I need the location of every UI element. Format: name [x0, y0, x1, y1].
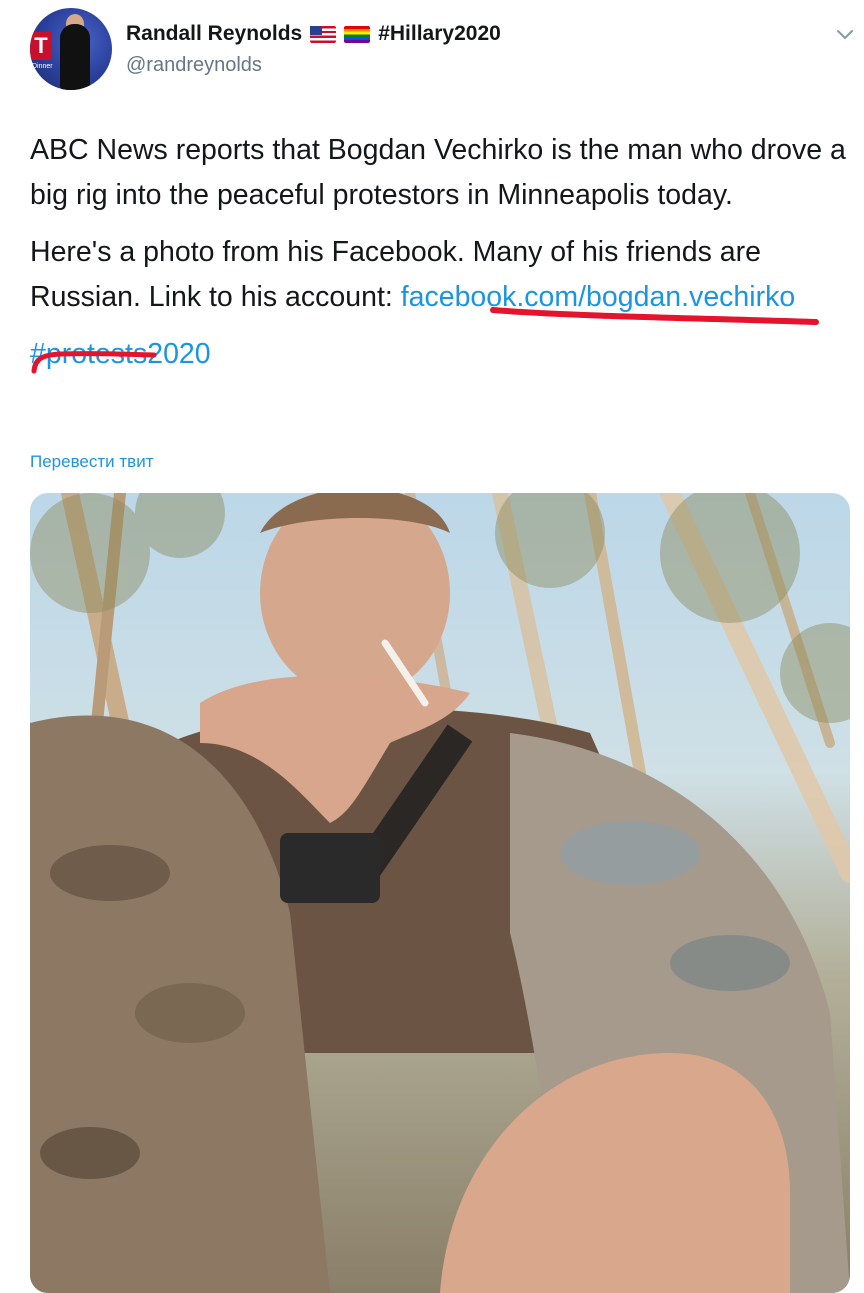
tweet-paragraph: ABC News reports that Bogdan Vechirko is…: [30, 134, 846, 211]
facebook-link[interactable]: facebook.com/bogdan.vechirko: [401, 281, 796, 313]
author-name[interactable]: Randall Reynolds: [126, 22, 302, 46]
author-handle[interactable]: @randreynolds: [126, 54, 262, 77]
photo-illustration: [30, 493, 850, 1293]
avatar[interactable]: T Dinner: [30, 8, 112, 90]
tweet-text: ABC News reports that Bogdan Vechirko is…: [30, 128, 850, 377]
tweet-paragraph: #protests2020: [30, 332, 850, 377]
avatar-badge: T: [30, 32, 52, 60]
tweet-header: T Dinner Randall Reynolds #Hillary2020 @…: [30, 8, 864, 98]
chevron-down-icon[interactable]: [836, 26, 854, 44]
author-name-line[interactable]: Randall Reynolds #Hillary2020: [126, 22, 501, 46]
translate-tweet-link[interactable]: Перевести твит: [30, 452, 153, 472]
hashtag-link[interactable]: #protests2020: [30, 338, 211, 370]
rainbow-flag-icon: [344, 25, 371, 43]
author-name-hashtag: #Hillary2020: [378, 22, 501, 45]
us-flag-icon: [310, 25, 337, 43]
avatar-caption: Dinner: [32, 63, 53, 70]
tweet-paragraph: Here's a photo from his Facebook. Many o…: [30, 230, 850, 320]
tweet-photo[interactable]: [30, 493, 850, 1293]
